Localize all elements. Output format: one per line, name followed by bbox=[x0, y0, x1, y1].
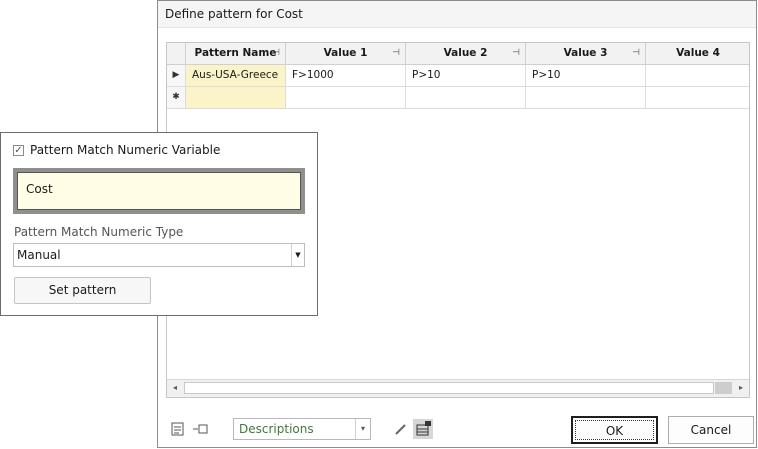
set-pattern-button[interactable]: Set pattern bbox=[14, 277, 151, 304]
column-header-label: Value 2 bbox=[443, 47, 488, 59]
grid-cell[interactable]: P>10 bbox=[406, 65, 526, 87]
chevron-down-icon[interactable]: ▾ bbox=[355, 419, 370, 439]
numeric-type-label: Pattern Match Numeric Type bbox=[14, 225, 184, 239]
column-header-label: Value 4 bbox=[676, 47, 720, 59]
scroll-left-icon[interactable]: ◂ bbox=[167, 380, 183, 396]
variable-name-field[interactable]: Cost bbox=[13, 168, 305, 214]
new-row-icon: ✱ bbox=[167, 87, 186, 109]
ok-button[interactable]: OK bbox=[571, 416, 658, 444]
grid-cell[interactable] bbox=[406, 87, 526, 109]
pin-icon[interactable]: ⊣ bbox=[632, 43, 640, 64]
column-header-value-3[interactable]: Value 3 ⊣ bbox=[526, 43, 646, 65]
grid-cell[interactable] bbox=[526, 87, 646, 109]
scroll-thumb[interactable] bbox=[715, 382, 732, 394]
column-header-label: Pattern Name bbox=[194, 47, 277, 59]
chevron-down-icon[interactable]: ▼ bbox=[291, 244, 304, 266]
row-indicator-header bbox=[167, 43, 186, 65]
column-header-value-4[interactable]: Value 4 bbox=[646, 43, 749, 65]
grid-cell[interactable] bbox=[646, 65, 749, 87]
pin-icon[interactable]: ⊣ bbox=[392, 43, 400, 64]
column-header-value-2[interactable]: Value 2 ⊣ bbox=[406, 43, 526, 65]
grid-cell[interactable] bbox=[646, 87, 749, 109]
descriptions-select[interactable]: Descriptions ▾ bbox=[233, 418, 371, 440]
checkbox-checked-icon[interactable]: ✓ bbox=[13, 144, 24, 156]
grid-cell[interactable] bbox=[186, 87, 286, 109]
pattern-match-checkbox-row[interactable]: ✓ Pattern Match Numeric Variable bbox=[13, 143, 220, 157]
grid-cell[interactable]: P>10 bbox=[526, 65, 646, 87]
focus-rect bbox=[575, 420, 654, 440]
layout-icon[interactable] bbox=[413, 419, 433, 439]
horizontal-scrollbar[interactable]: ◂ ▸ bbox=[167, 379, 749, 397]
grid-cell[interactable]: F>1000 bbox=[286, 65, 406, 87]
variable-panel: ✓ Pattern Match Numeric Variable Cost Pa… bbox=[0, 132, 318, 316]
dialog-title: Define pattern for Cost bbox=[158, 1, 756, 28]
current-row-icon: ▶ bbox=[167, 65, 186, 87]
numeric-type-value: Manual bbox=[17, 248, 61, 262]
grid-cell[interactable]: Aus-USA-Greece bbox=[186, 65, 286, 87]
pencil-icon[interactable] bbox=[394, 422, 408, 440]
scroll-track[interactable] bbox=[184, 382, 714, 394]
column-header-label: Value 1 bbox=[323, 47, 368, 59]
scroll-right-icon[interactable]: ▸ bbox=[733, 380, 749, 396]
notes-icon[interactable] bbox=[170, 421, 186, 441]
column-header-pattern-name[interactable]: Pattern Name ⊣ bbox=[186, 43, 286, 65]
table-row-new[interactable]: ✱ bbox=[167, 87, 749, 109]
pin-icon[interactable]: ⊣ bbox=[512, 43, 520, 64]
variable-name-inner[interactable]: Cost bbox=[17, 172, 301, 210]
table-row[interactable]: ▶ Aus-USA-Greece F>1000 P>10 P>10 bbox=[167, 65, 749, 87]
descriptions-select-value: Descriptions bbox=[239, 422, 314, 436]
insert-icon[interactable] bbox=[192, 421, 208, 441]
cancel-button[interactable]: Cancel bbox=[668, 416, 754, 444]
column-header-label: Value 3 bbox=[563, 47, 608, 59]
column-header-value-1[interactable]: Value 1 ⊣ bbox=[286, 43, 406, 65]
grid-cell[interactable] bbox=[286, 87, 406, 109]
pin-icon[interactable]: ⊣ bbox=[272, 43, 280, 64]
variable-name-value: Cost bbox=[26, 182, 53, 196]
numeric-type-select[interactable]: Manual ▼ bbox=[13, 243, 305, 267]
checkbox-label[interactable]: Pattern Match Numeric Variable bbox=[30, 143, 220, 157]
grid-header-row: Pattern Name ⊣ Value 1 ⊣ Value 2 ⊣ Value… bbox=[167, 43, 749, 65]
